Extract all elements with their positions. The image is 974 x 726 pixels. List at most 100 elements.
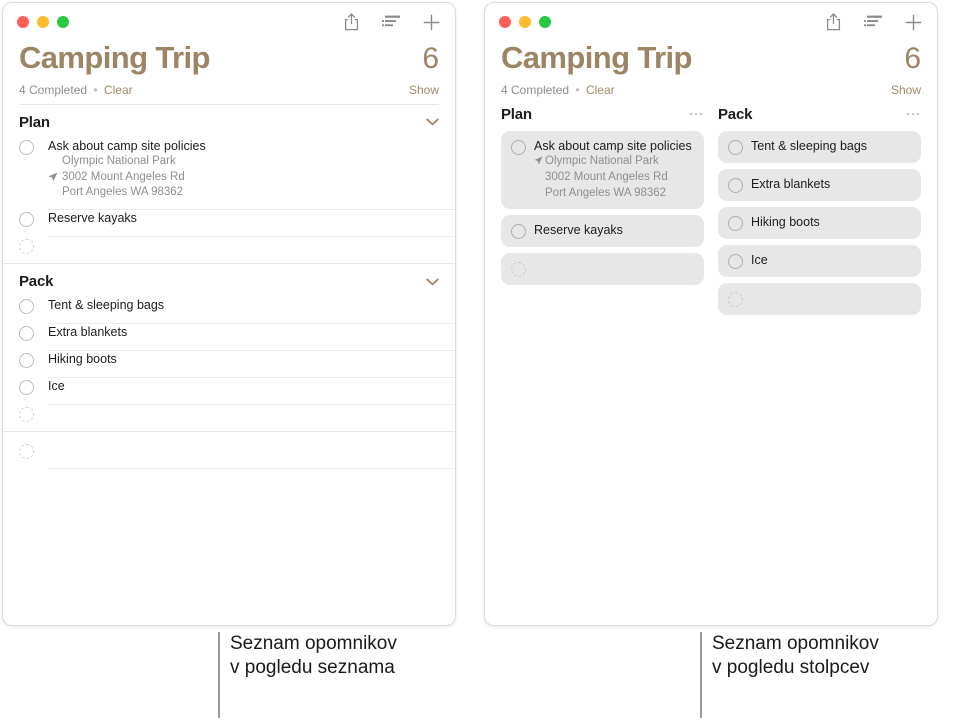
reminder-location-citystate: Port Angeles WA 98362 [545,186,667,199]
show-completed-button[interactable]: Show [891,83,921,97]
page-title: Camping Trip [19,40,210,75]
card-body: Ask about camp site policies Olympic Nat… [534,139,694,202]
checkbox-circle-placeholder-icon[interactable] [19,407,34,423]
checkbox-circle-icon[interactable] [511,139,526,155]
checkbox-circle-icon[interactable] [19,326,34,342]
reminder-row[interactable]: Ask about camp site policies Olympic Nat… [3,138,455,211]
show-completed-button[interactable]: Show [409,83,439,97]
reminder-card[interactable]: Hiking boots [718,206,921,239]
share-icon[interactable] [823,11,843,33]
reminder-row[interactable]: Tent & sleeping bags [3,297,455,325]
reminder-row-new[interactable] [3,432,455,470]
reminder-card[interactable]: Reserve kayaks [501,215,704,248]
column-plan: Ask about camp site policies Olympic Nat… [501,130,704,315]
list-view-options-icon[interactable] [381,11,401,33]
reminder-row-placeholder[interactable] [3,405,455,431]
reminder-row[interactable]: Reserve kayaks [3,210,455,238]
reminder-location-street: 3002 Mount Angeles Rd [545,170,668,183]
card-body: Ice [751,253,911,269]
column-title: Plan [501,105,532,123]
reminder-row[interactable]: Extra blankets [3,324,455,352]
section-title: Pack [19,273,54,291]
reminder-card[interactable]: Ask about camp site policies Olympic Nat… [501,130,704,210]
clear-button[interactable]: Clear [586,83,615,97]
completed-group: 4 Completed • Clear [19,83,133,97]
reminder-row-placeholder[interactable] [3,237,455,263]
column-headers: Plan Pack [485,104,937,131]
zoom-button[interactable] [539,16,551,28]
reminder-card-placeholder[interactable] [718,282,921,315]
checkbox-circle-icon[interactable] [19,212,34,228]
reminder-card[interactable]: Ice [718,244,921,277]
checkbox-circle-placeholder-icon[interactable] [19,444,34,460]
caption-column-view: Seznam opomnikov v pogledu stolpcev [700,632,879,718]
checkbox-circle-placeholder-icon[interactable] [511,262,526,278]
titlebar-list [3,3,455,41]
reminder-card-placeholder[interactable] [501,253,704,286]
reminder-location-name-line: Olympic National Park [534,154,694,170]
checkbox-circle-icon[interactable] [19,139,34,155]
chevron-down-icon[interactable] [426,278,439,286]
reminder-row[interactable]: Ice [3,378,455,406]
section-title: Plan [19,113,50,131]
traffic-lights-columns [499,16,551,28]
checkbox-circle-placeholder-icon[interactable] [19,239,34,255]
section-header-plan[interactable]: Plan [3,105,455,138]
card-body: Hiking boots [751,215,911,231]
column-header-plan: Plan [501,106,704,131]
card-body: Tent & sleeping bags [751,139,911,155]
clear-button[interactable]: Clear [104,83,133,97]
location-arrow-icon [48,172,58,182]
add-reminder-icon[interactable] [421,11,441,33]
card-body: Reserve kayaks [534,223,694,239]
checkbox-circle-icon[interactable] [728,139,743,155]
columns-container: Ask about camp site policies Olympic Nat… [485,130,937,315]
checkbox-circle-icon[interactable] [19,299,34,315]
list-view-options-icon[interactable] [863,11,883,33]
caption-text: Seznam opomnikov v pogledu stolpcev [712,633,879,679]
reminder-title: Ask about camp site policies [48,138,206,153]
checkbox-circle-placeholder-icon[interactable] [728,291,743,307]
caption-list-view: Seznam opomnikov v pogledu seznama [218,632,397,718]
share-icon[interactable] [341,11,361,33]
reminder-location-citystate: Port Angeles WA 98362 [62,186,184,199]
column-menu-icon[interactable] [689,112,705,116]
minimize-button[interactable] [519,16,531,28]
checkbox-circle-icon[interactable] [19,353,34,369]
checkbox-circle-icon[interactable] [19,380,34,396]
checkbox-circle-icon[interactable] [728,215,743,231]
checkbox-circle-icon[interactable] [511,224,526,240]
reminder-location-street: 3002 Mount Angeles Rd [62,170,185,183]
chevron-down-icon[interactable] [426,118,439,126]
reminder-location-street-line: 3002 Mount Angeles Rd [48,170,439,186]
column-menu-icon[interactable] [906,112,922,116]
reminder-row[interactable]: Hiking boots [3,351,455,379]
reminder-title: Ice [751,252,768,267]
column-view-header: Camping Trip 6 4 Completed • Clear Show [485,40,937,104]
reminders-window-list-view: Camping Trip 6 4 Completed • Clear Show … [2,2,456,626]
checkbox-circle-icon[interactable] [728,253,743,269]
reminder-body: Tent & sleeping bags [48,297,455,325]
add-reminder-icon[interactable] [903,11,923,33]
reminder-title: Extra blankets [751,176,831,191]
reminder-card[interactable]: Extra blankets [718,168,921,201]
reminder-body: Ask about camp site policies Olympic Nat… [48,138,455,211]
screenshot-root: Camping Trip 6 4 Completed • Clear Show … [0,0,974,726]
section-header-pack[interactable]: Pack [3,264,455,297]
traffic-lights-list [17,16,69,28]
reminder-card[interactable]: Tent & sleeping bags [718,130,921,163]
minimize-button[interactable] [37,16,49,28]
reminder-body: Extra blankets [48,324,455,352]
reminders-window-column-view: Camping Trip 6 4 Completed • Clear Show … [484,2,938,626]
zoom-button[interactable] [57,16,69,28]
page-title: Camping Trip [501,40,692,75]
reminder-title: Reserve kayaks [534,223,623,238]
reminder-location-name: Olympic National Park [62,154,176,167]
close-button[interactable] [17,16,29,28]
reminder-title: Extra blankets [48,325,128,340]
checkbox-circle-icon[interactable] [728,177,743,193]
close-button[interactable] [499,16,511,28]
reminder-count: 6 [904,42,921,75]
reminder-count: 6 [422,42,439,75]
reminder-body: Reserve kayaks [48,210,455,238]
